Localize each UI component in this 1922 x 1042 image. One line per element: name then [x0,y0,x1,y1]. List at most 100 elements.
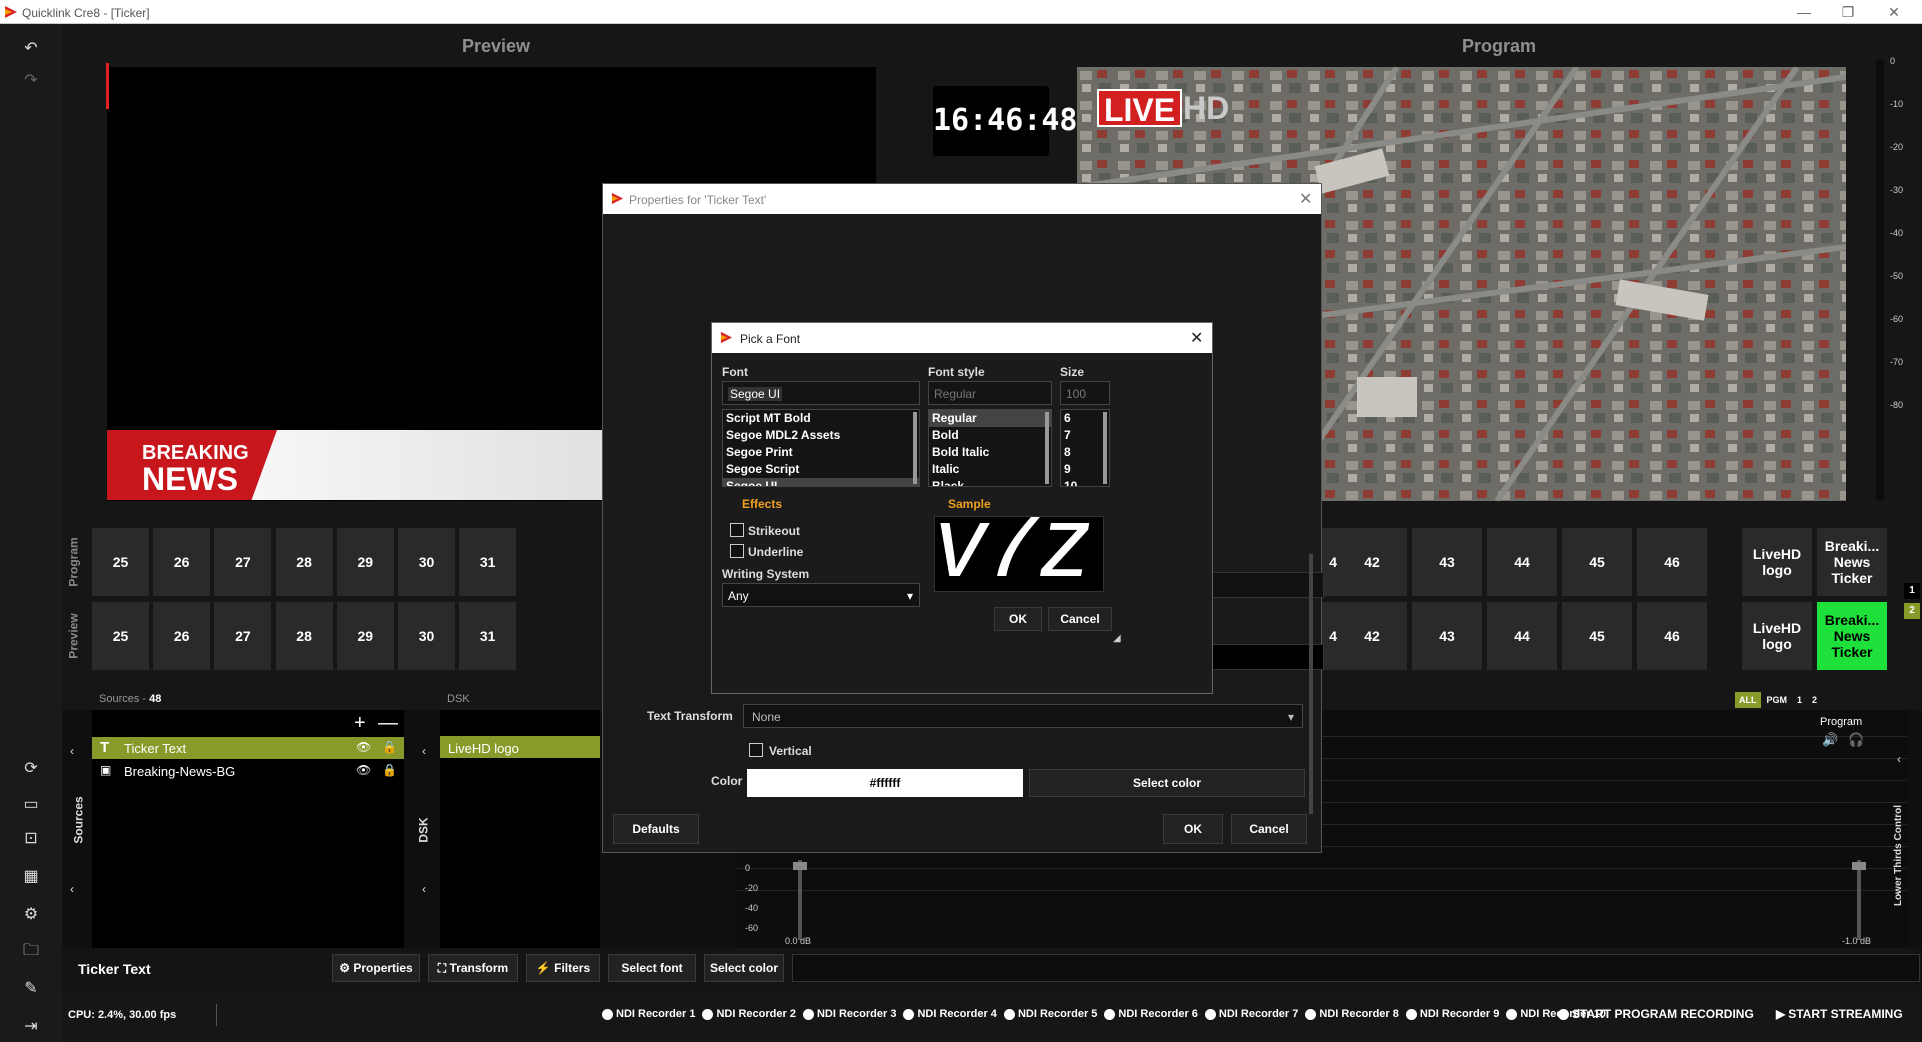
preview-source-button[interactable]: 28 [275,602,333,670]
ndi-recorder-button[interactable]: NDI Recorder 5 [1003,1008,1097,1020]
list-item[interactable]: 10 [1061,478,1109,486]
list-item[interactable]: Bold Italic [929,444,1051,461]
properties-select-color-button[interactable]: Select color [1029,769,1305,797]
settings-gear-icon[interactable]: ⚙ [0,900,62,930]
multiview-icon[interactable]: ⊡ [0,824,62,854]
preview-source-button[interactable]: 29 [336,602,394,670]
program-source-button[interactable]: 46 [1637,528,1707,596]
preview-source-button[interactable]: 25 [92,602,149,670]
strikeout-checkbox[interactable] [730,523,744,537]
size-list[interactable]: 67891011 [1060,409,1110,487]
defaults-button[interactable]: Defaults [613,814,699,844]
remove-source-icon[interactable]: — [378,712,398,735]
preview-source-button[interactable]: 42 [1337,602,1407,670]
program-source-button[interactable]: 30 [398,528,455,596]
tools-icon[interactable]: ✎ [0,974,62,1004]
preview-ticker-button[interactable]: Breaki... News Ticker [1817,602,1887,670]
preview-source-button[interactable]: 43 [1412,602,1482,670]
page-1-indicator[interactable]: 1 [1904,583,1920,599]
program-logo-button[interactable]: LiveHD logo [1742,528,1812,596]
add-source-icon[interactable]: + [354,712,366,735]
filter-pgm-tab[interactable]: PGM [1763,692,1792,708]
headphones-icon[interactable]: 🎧 [1848,732,1864,748]
program-source-button[interactable]: 25 [92,528,149,596]
preview-source-button[interactable]: 44 [1487,602,1557,670]
ndi-recorder-button[interactable]: NDI Recorder 7 [1204,1008,1298,1020]
program-source-button[interactable]: 27 [214,528,272,596]
font-list-scrollbar[interactable] [913,412,917,484]
sources-list[interactable]: + — T Ticker Text 👁 🔒 ▣ Breaking-News-BG… [92,710,404,948]
size-list-scrollbar[interactable] [1103,412,1107,484]
redo-icon[interactable]: ↷ [0,66,62,96]
start-recording-button[interactable]: START PROGRAM RECORDING [1558,1007,1754,1021]
writing-system-select[interactable]: Any ▾ [722,583,920,607]
right-fader-handle[interactable] [1852,862,1866,870]
expand-sources-icon[interactable]: ‹ [70,882,74,896]
ndi-recorder-button[interactable]: NDI Recorder 4 [903,1008,997,1020]
color-swatch[interactable]: #ffffff [747,769,1023,797]
list-item[interactable]: Script MT Bold [723,410,919,427]
source-item-breaking-bg[interactable]: ▣ Breaking-News-BG 👁 🔒 [92,760,404,782]
size-input[interactable]: 100 [1060,381,1110,405]
preview-logo-button[interactable]: LiveHD logo [1742,602,1812,670]
resize-grip-icon[interactable]: ◢ [1113,633,1121,644]
font-ok-button[interactable]: OK [994,607,1042,631]
selection-handle[interactable] [106,63,112,109]
filter-2-tab[interactable]: 2 [1808,692,1821,708]
program-source-button[interactable]: 45 [1562,528,1632,596]
preview-source-button[interactable]: 30 [398,602,455,670]
exit-icon[interactable]: ⇥ [0,1012,62,1042]
lower-thirds-expand-icon[interactable]: ‹ [1897,886,1901,900]
font-input[interactable]: Segoe UI [722,381,920,405]
expand-dsk-icon[interactable]: ‹ [422,882,426,896]
program-source-button[interactable]: 28 [275,528,333,596]
properties-button[interactable]: ⚙ Properties [332,954,420,982]
preview-source-button[interactable]: 31 [459,602,517,670]
preview-source-button[interactable]: 26 [153,602,211,670]
source-item-ticker-text[interactable]: T Ticker Text 👁 🔒 [92,737,404,759]
layout-grid-icon[interactable]: ▦ [0,862,62,892]
list-item[interactable]: Regular [929,410,1051,427]
page-2-indicator[interactable]: 2 [1904,603,1920,619]
program-source-button[interactable]: 31 [459,528,517,596]
collapse-dsk-icon[interactable]: ‹ [422,744,426,758]
list-item[interactable]: 9 [1061,461,1109,478]
monitor-icon[interactable]: ▭ [0,790,62,820]
visibility-eye-icon[interactable]: 👁 [356,740,371,754]
lock-icon[interactable]: 🔒 [382,763,397,777]
list-item[interactable]: Segoe Print [723,444,919,461]
text-transform-select[interactable]: None ▾ [743,704,1303,728]
preview-source-button[interactable]: 45 [1562,602,1632,670]
font-list[interactable]: Script MT Bold Segoe MDL2 Assets Segoe Pri… [722,409,920,487]
visibility-eye-icon[interactable]: 👁 [356,763,371,777]
list-item[interactable]: Bold [929,427,1051,444]
vertical-checkbox[interactable] [749,743,763,757]
ndi-recorder-button[interactable]: NDI Recorder 6 [1104,1008,1198,1020]
ndi-recorder-button[interactable]: NDI Recorder 2 [702,1008,796,1020]
list-item[interactable]: Black [929,478,1051,486]
program-source-button[interactable]: 26 [153,528,211,596]
font-style-list[interactable]: RegularBoldBold ItalicItalicBlackBlack I… [928,409,1052,487]
list-item[interactable]: 8 [1061,444,1109,461]
speaker-icon[interactable]: 🔊 [1822,732,1838,748]
ndi-recorder-button[interactable]: NDI Recorder 3 [802,1008,896,1020]
filters-button[interactable]: ⚡ Filters [526,954,600,982]
underline-checkbox[interactable] [730,544,744,558]
style-list-scrollbar[interactable] [1045,412,1049,484]
list-item[interactable]: Segoe MDL2 Assets [723,427,919,444]
program-source-button[interactable]: 44 [1487,528,1557,596]
properties-close-icon[interactable]: ✕ [1299,189,1312,209]
font-dialog-close-icon[interactable]: ✕ [1190,328,1203,348]
properties-cancel-button[interactable]: Cancel [1231,814,1307,844]
program-source-button[interactable]: 42 [1337,528,1407,596]
preview-source-button[interactable]: 27 [214,602,272,670]
font-cancel-button[interactable]: Cancel [1048,607,1112,631]
undo-icon[interactable]: ↶ [0,34,62,64]
properties-scrollbar[interactable] [1309,554,1313,814]
transform-button[interactable]: ⛶ Transform [428,954,518,982]
refresh-icon[interactable]: ⟳ [0,754,62,784]
filter-all-tab[interactable]: ALL [1735,692,1761,708]
list-item[interactable]: Segoe UI [723,478,919,486]
select-font-button[interactable]: Select font [608,954,696,982]
ndi-recorder-button[interactable]: NDI Recorder 9 [1405,1008,1499,1020]
